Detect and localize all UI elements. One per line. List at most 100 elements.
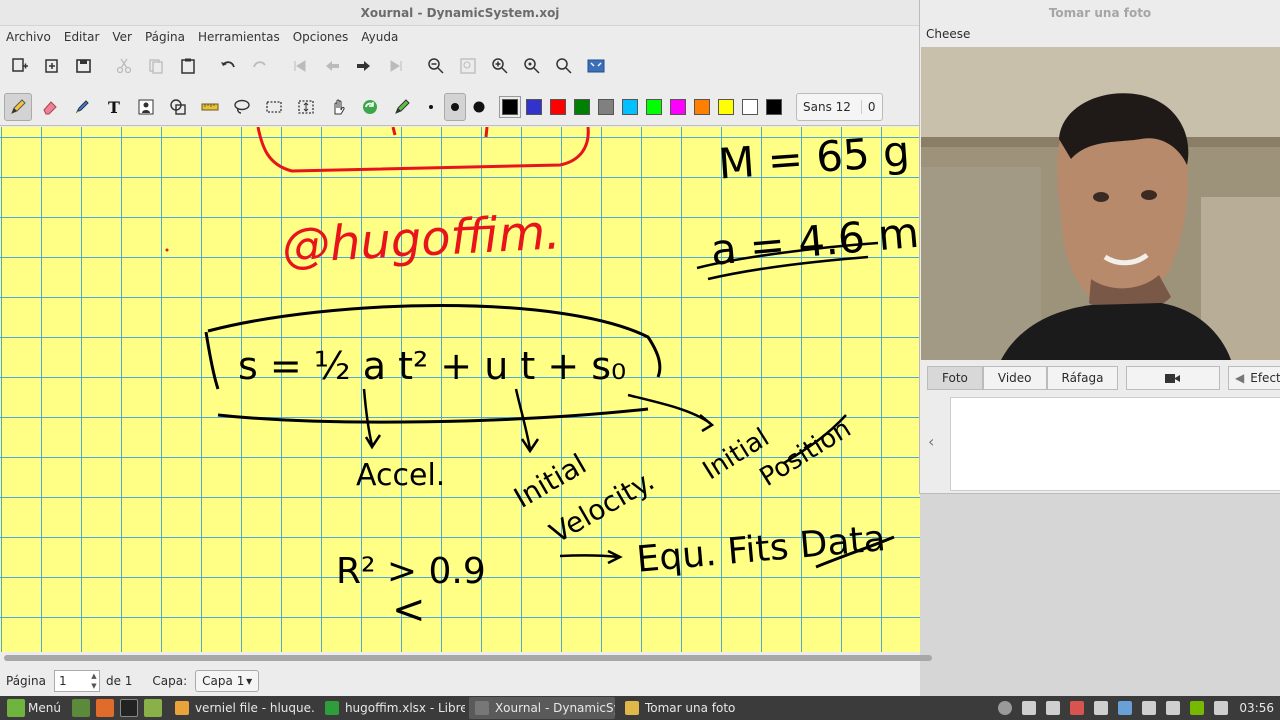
color-swatch[interactable] bbox=[670, 98, 686, 115]
drawing-canvas[interactable]: @hugoffim. M = 65 g a = 4.6 m/ s = ½ a t… bbox=[0, 127, 920, 652]
color-swatch[interactable] bbox=[766, 98, 782, 115]
shapes-icon bbox=[170, 98, 186, 115]
fullscreen-button[interactable] bbox=[582, 52, 610, 80]
default-pen-button[interactable] bbox=[388, 93, 416, 121]
clock[interactable]: 03:56 bbox=[1239, 701, 1274, 715]
menu-editar[interactable]: Editar bbox=[64, 30, 100, 44]
paste-button[interactable] bbox=[174, 52, 202, 80]
scrollbar-thumb[interactable] bbox=[4, 655, 932, 661]
copy-button[interactable] bbox=[142, 52, 170, 80]
zoom-width-button[interactable] bbox=[550, 52, 578, 80]
pen-tool-button[interactable] bbox=[4, 92, 32, 121]
menu-ver[interactable]: Ver bbox=[112, 30, 132, 44]
color-swatch[interactable] bbox=[742, 98, 758, 115]
thickness-fine-button[interactable] bbox=[420, 93, 442, 121]
taskbar: Menú verniel file - hluque... hugoffim.xl… bbox=[0, 696, 1280, 720]
menu-ayuda[interactable]: Ayuda bbox=[361, 30, 398, 44]
lasso-select-button[interactable] bbox=[228, 93, 256, 121]
files-icon[interactable] bbox=[143, 699, 162, 717]
page-spinner[interactable]: ▲ ▼ bbox=[89, 671, 99, 691]
prev-page-button[interactable] bbox=[318, 52, 346, 80]
take-photo-button[interactable] bbox=[1126, 366, 1221, 390]
tab-foto[interactable]: Foto bbox=[927, 366, 983, 390]
updates-icon[interactable] bbox=[1118, 701, 1133, 715]
app-icon bbox=[324, 701, 339, 715]
tab-rafaga[interactable]: Ráfaga bbox=[1046, 366, 1119, 390]
effects-button[interactable]: ◀ Efectos bbox=[1228, 366, 1280, 390]
thickness-thick-button[interactable] bbox=[468, 93, 490, 121]
menu-pagina[interactable]: Página bbox=[145, 30, 185, 44]
color-swatch[interactable] bbox=[499, 95, 521, 118]
tab-video[interactable]: Video bbox=[982, 366, 1047, 390]
color-swatch[interactable] bbox=[526, 98, 542, 115]
zoom-normal-icon bbox=[524, 58, 540, 74]
chevron-left-icon[interactable]: ‹ bbox=[928, 432, 934, 451]
layer-select[interactable]: Capa 1 ▾ bbox=[195, 670, 260, 692]
terminal-icon[interactable] bbox=[119, 699, 138, 717]
default-tool-button[interactable] bbox=[356, 93, 384, 121]
next-page-button[interactable] bbox=[350, 52, 378, 80]
redo-button[interactable] bbox=[246, 52, 274, 80]
red-box-stroke bbox=[256, 127, 590, 173]
first-page-button[interactable] bbox=[286, 52, 314, 80]
highlighter-tool-button[interactable] bbox=[68, 93, 96, 121]
new-page-button[interactable] bbox=[6, 52, 34, 80]
dropbox-icon[interactable] bbox=[1094, 701, 1109, 715]
image-tool-button[interactable] bbox=[132, 93, 160, 121]
firefox-icon[interactable] bbox=[95, 699, 114, 717]
nvidia-icon[interactable] bbox=[1190, 701, 1205, 715]
taskbar-item[interactable]: verniel file - hluque... bbox=[169, 697, 315, 719]
text-tool-button[interactable]: T bbox=[100, 93, 128, 121]
color-swatch[interactable] bbox=[574, 98, 590, 115]
equation-text: s = ½ a t² + u t + s₀ bbox=[238, 344, 626, 388]
battery-icon[interactable] bbox=[1214, 701, 1229, 715]
zoom-out-button[interactable] bbox=[422, 52, 450, 80]
user-icon[interactable] bbox=[998, 701, 1013, 715]
zoom-100-button[interactable] bbox=[518, 52, 546, 80]
eraser-tool-button[interactable] bbox=[36, 93, 64, 121]
start-menu-button[interactable]: Menú bbox=[0, 696, 69, 720]
color-swatch[interactable] bbox=[622, 98, 638, 115]
font-button[interactable]: Sans 12 0 bbox=[796, 92, 883, 121]
fullscreen-icon bbox=[587, 59, 605, 73]
position-label-2: Position bbox=[755, 414, 857, 493]
taskbar-item[interactable]: Xournal - DynamicSy... bbox=[468, 697, 615, 719]
menu-herramientas[interactable]: Herramientas bbox=[198, 30, 280, 44]
system-tray: 03:56 bbox=[993, 696, 1280, 720]
zoom-fit-button[interactable] bbox=[454, 52, 482, 80]
page-number-input[interactable]: 1 ▲ ▼ bbox=[53, 670, 100, 692]
taskbar-item[interactable]: Tomar una foto bbox=[619, 697, 765, 719]
record-icon[interactable] bbox=[1070, 701, 1085, 715]
color-swatch[interactable] bbox=[646, 98, 662, 115]
new-page-icon bbox=[12, 58, 28, 72]
horizontal-scrollbar[interactable] bbox=[0, 652, 932, 666]
cut-button[interactable] bbox=[110, 52, 138, 80]
menu-archivo[interactable]: Archivo bbox=[6, 30, 51, 44]
thumbnail-area[interactable] bbox=[950, 397, 1280, 491]
taskbar-item[interactable]: hugoffim.xlsx - Libre... bbox=[319, 697, 465, 719]
color-swatch[interactable] bbox=[550, 98, 566, 115]
color-swatch[interactable] bbox=[598, 98, 614, 115]
accel-label: Accel. bbox=[356, 458, 445, 493]
hand-tool-button[interactable] bbox=[324, 93, 352, 121]
cheese-menu[interactable]: Cheese bbox=[920, 26, 1280, 46]
wifi-icon[interactable] bbox=[1022, 701, 1037, 715]
undo-button[interactable] bbox=[214, 52, 242, 80]
last-page-button[interactable] bbox=[382, 52, 410, 80]
thickness-medium-button[interactable] bbox=[444, 92, 466, 121]
vertical-space-icon bbox=[298, 99, 314, 114]
save-button[interactable] bbox=[70, 52, 98, 80]
volume-icon[interactable] bbox=[1046, 701, 1061, 715]
color-swatch[interactable] bbox=[694, 98, 710, 115]
bluetooth-icon[interactable] bbox=[1142, 701, 1157, 715]
rect-select-button[interactable] bbox=[260, 93, 288, 121]
zoom-in-button[interactable] bbox=[486, 52, 514, 80]
show-desktop-icon[interactable] bbox=[71, 699, 90, 717]
shape-recognizer-button[interactable] bbox=[164, 93, 192, 121]
ruler-button[interactable] bbox=[196, 93, 224, 121]
open-button[interactable] bbox=[38, 52, 66, 80]
color-swatch[interactable] bbox=[718, 98, 734, 115]
vertical-space-button[interactable] bbox=[292, 93, 320, 121]
network-icon[interactable] bbox=[1166, 701, 1181, 715]
menu-opciones[interactable]: Opciones bbox=[293, 30, 349, 44]
